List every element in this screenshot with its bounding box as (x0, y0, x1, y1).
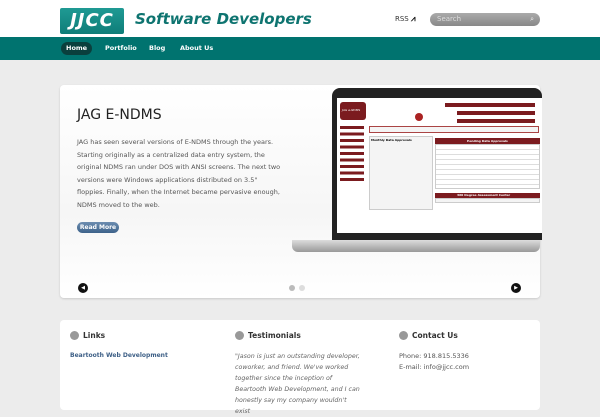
quote-icon (235, 331, 244, 340)
slide-title: JAG E-NDMS (77, 107, 162, 123)
phone-icon (399, 331, 408, 340)
laptop-screen: JAG e-NDMS Monthly Data Approvals Pendin… (337, 98, 542, 233)
nav-home[interactable]: Home (61, 42, 93, 55)
header: JJCC Software Developers RSS ⩘ Search ⌕ (0, 0, 600, 37)
links-icon (70, 331, 79, 340)
contact-widget: Contact Us Phone: 918.815.5336 E-mail: in… (399, 331, 469, 373)
next-slide-icon[interactable]: ▶ (511, 283, 521, 293)
links-widget: Links Beartooth Web Development (70, 331, 168, 359)
search-icon[interactable]: ⌕ (530, 13, 534, 26)
main-nav: Home Portfolio Blog About Us (0, 37, 600, 60)
read-more-button[interactable]: Read More (77, 222, 119, 233)
search-placeholder: Search (437, 15, 462, 23)
nav-about-us[interactable]: About Us (180, 42, 213, 55)
slide-dot-1[interactable] (289, 285, 295, 291)
slide-dot-2[interactable] (299, 285, 305, 291)
logo[interactable]: JJCC (60, 8, 124, 34)
featured-slider: JAG E-NDMS JAG has seen several versions… (60, 85, 542, 298)
screen-logo: JAG e-NDMS (342, 108, 361, 112)
rss-link[interactable]: RSS ⩘ (395, 14, 416, 24)
screen-monthly: Monthly Data Approvals (371, 138, 412, 142)
nav-blog[interactable]: Blog (149, 42, 165, 55)
footer-widgets: Links Beartooth Web Development Testimon… (60, 320, 540, 415)
contact-phone: Phone: 918.815.5336 (399, 352, 469, 360)
rss-icon: ⩘ (411, 14, 416, 23)
laptop-image: JAG e-NDMS Monthly Data Approvals Pendin… (292, 88, 542, 264)
laptop-base (292, 240, 540, 252)
links-title: Links (83, 331, 106, 340)
nav-portfolio[interactable]: Portfolio (105, 42, 137, 55)
site-title[interactable]: Software Developers (135, 10, 312, 28)
screen-pending: Pending Data Approvals (467, 139, 508, 143)
testimonial-quote: "Jason is just an outstanding developer,… (235, 353, 360, 415)
testimonials-widget: Testimonials "Jason is just an outstandi… (235, 331, 360, 417)
search-input[interactable]: Search ⌕ (430, 13, 540, 26)
testimonials-title: Testimonials (248, 331, 301, 340)
slide-description: JAG has seen several versions of E-NDMS … (77, 138, 281, 209)
link-beartooth[interactable]: Beartooth Web Development (70, 352, 168, 359)
prev-slide-icon[interactable]: ◀ (78, 283, 88, 293)
rss-label: RSS (395, 15, 409, 23)
contact-title: Contact Us (412, 331, 458, 340)
contact-email[interactable]: E-mail: info@jjcc.com (399, 362, 469, 373)
screen-assessment: 360 Degree Assessment Center (457, 193, 511, 197)
